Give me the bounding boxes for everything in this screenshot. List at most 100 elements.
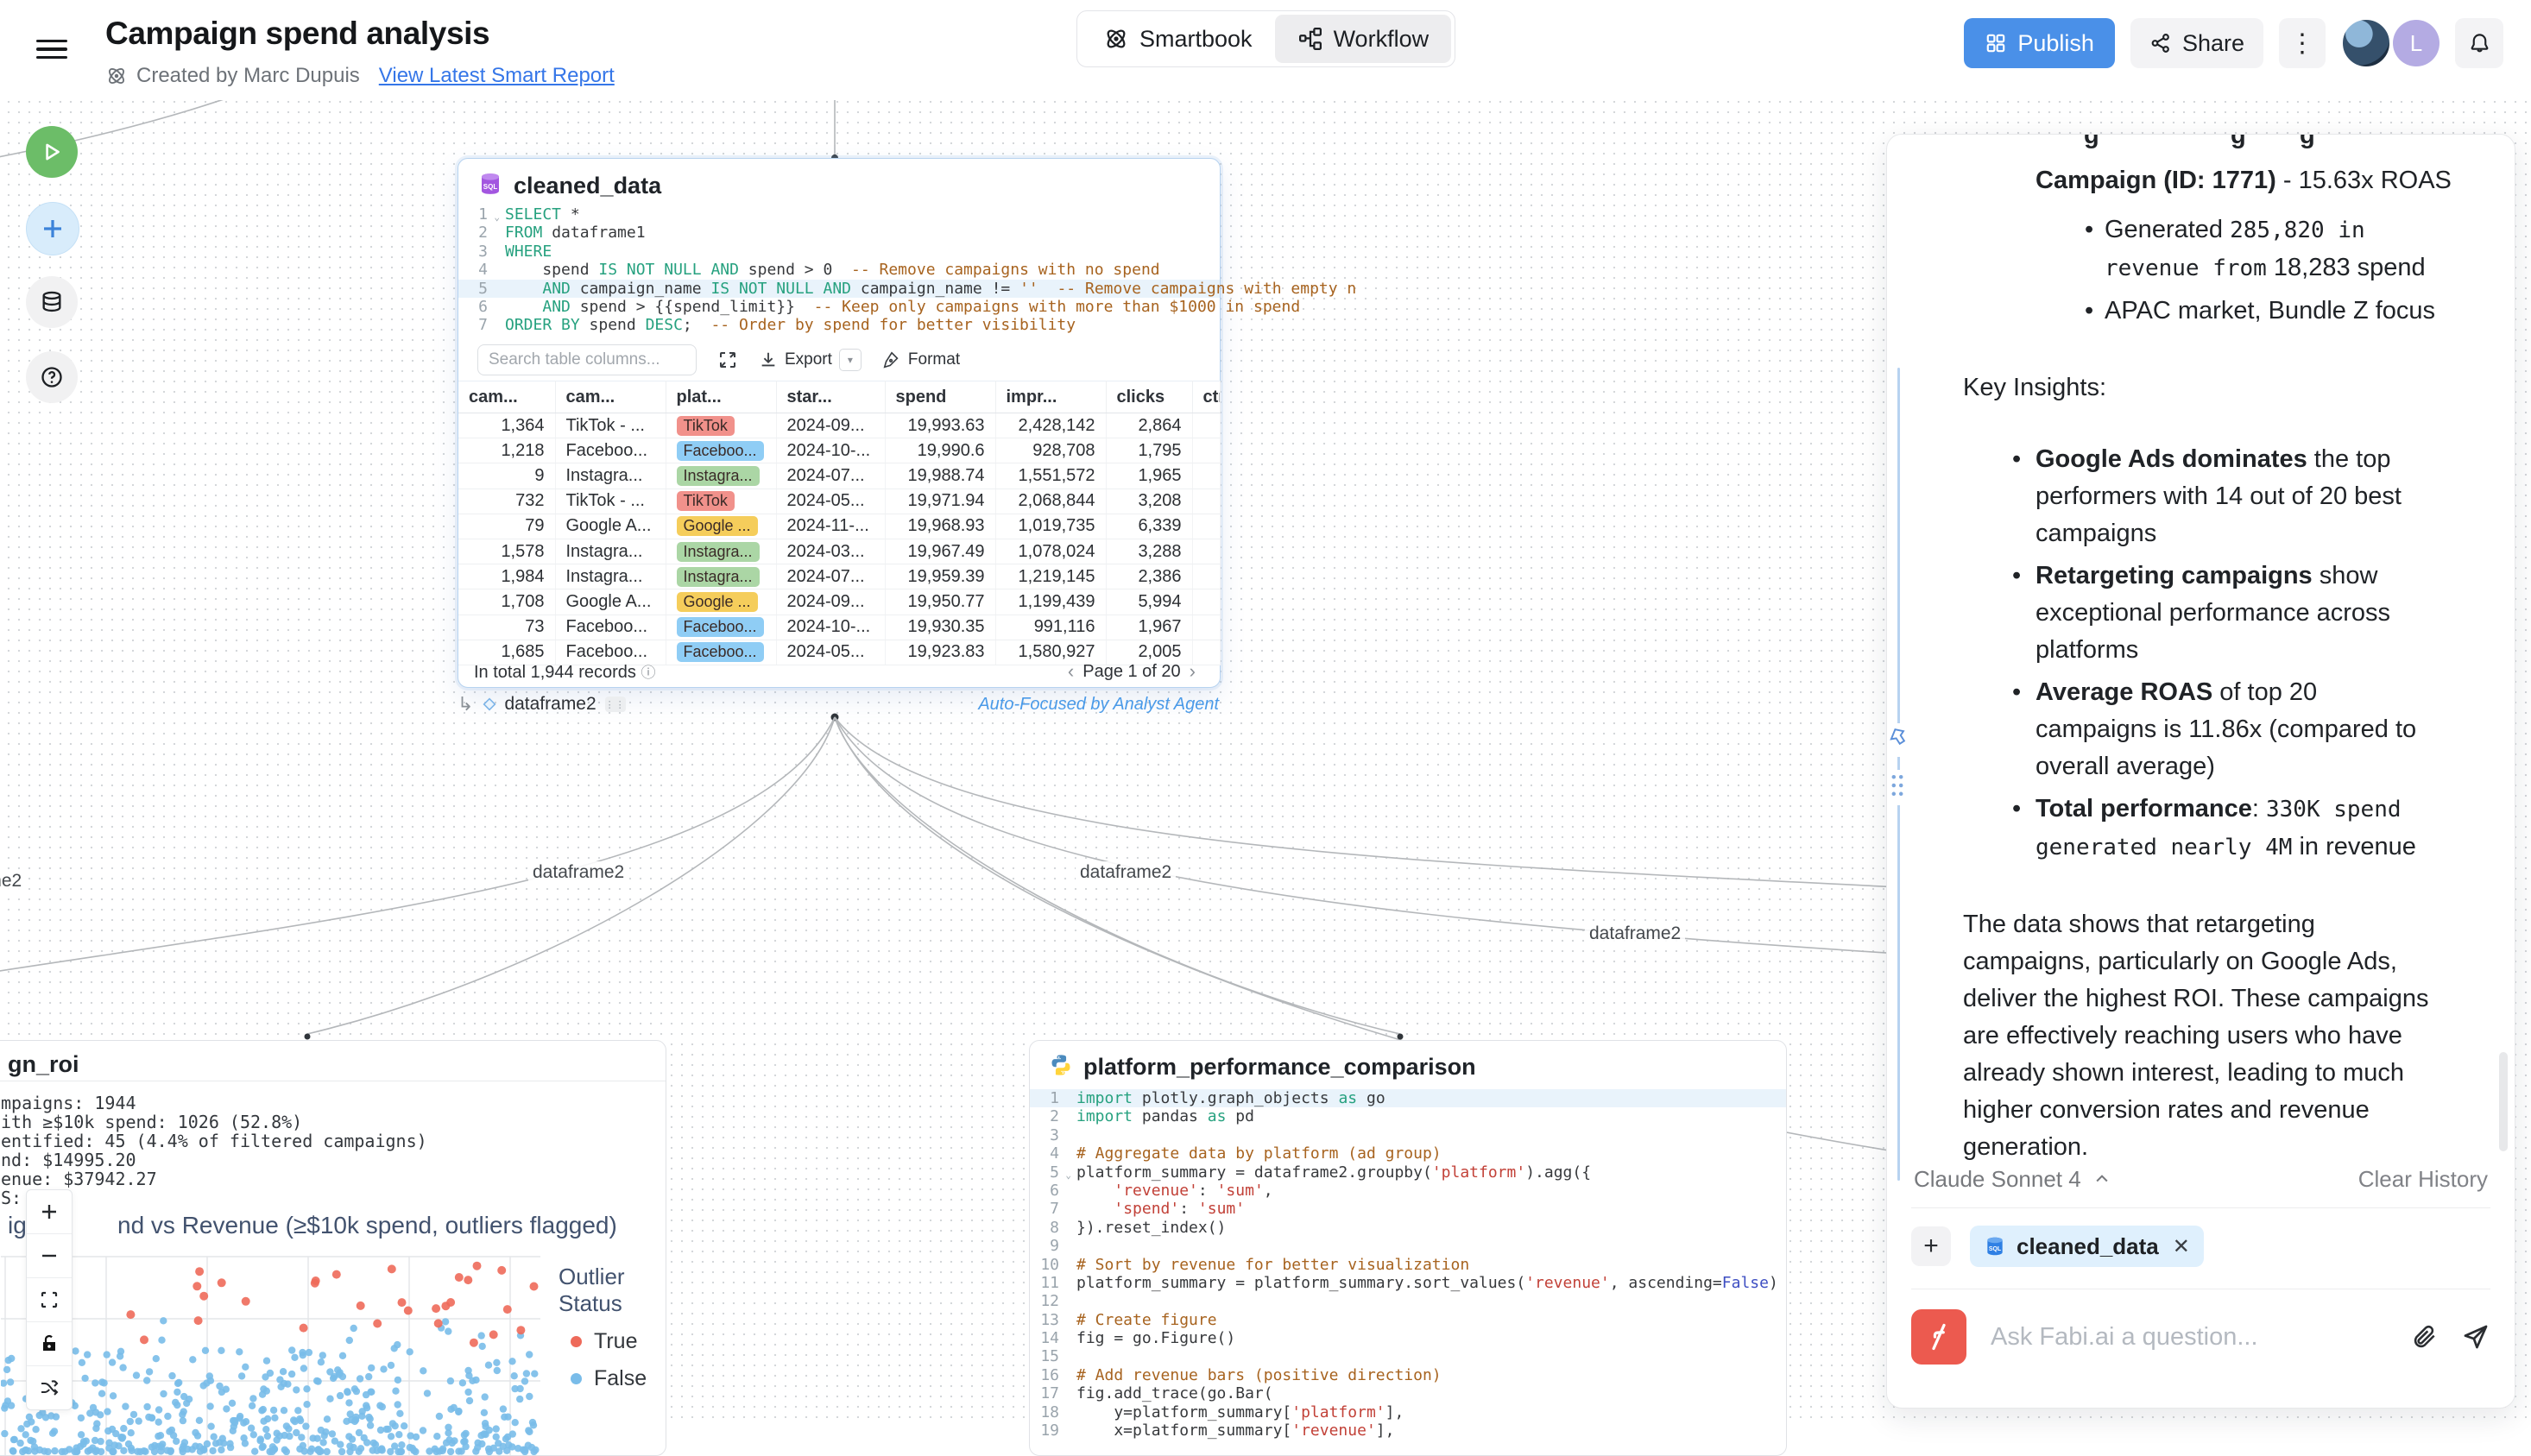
next-page-button[interactable]: › [1181,660,1204,683]
publish-button[interactable]: Publish [1964,18,2115,68]
code-line[interactable]: 3WHERE [458,243,1220,261]
table-row[interactable]: 73Faceboo...Faceboo...2024-10-...19,930.… [458,615,1220,640]
code-line[interactable]: 13# Create figure [1030,1311,1786,1329]
code-line[interactable]: 7ORDER BY spend DESC; -- Order by spend … [458,316,1220,334]
code-line[interactable]: 5 AND campaign_name IS NOT NULL AND camp… [458,280,1220,298]
menu-button[interactable] [36,35,67,60]
code-line[interactable]: 4 spend IS NOT NULL AND spend > 0 -- Rem… [458,261,1220,279]
legend-item-false[interactable]: False [571,1366,666,1391]
context-chip-cleaned-data[interactable]: SQL cleaned_data ✕ [1970,1226,2204,1267]
table-row[interactable]: 1,218Faceboo...Faceboo...2024-10-...19,9… [458,438,1220,463]
drag-handle-icon[interactable]: ⋮⋮ [605,696,626,712]
send-icon[interactable] [2461,1322,2490,1352]
canvas-controls[interactable] [26,1189,73,1410]
tab-smartbook[interactable]: Smartbook [1081,15,1275,63]
more-options-button[interactable]: ⋮ [2279,18,2326,68]
remove-context-icon[interactable]: ✕ [2173,1234,2190,1259]
node-cleaned-data[interactable]: SQL cleaned_data 1⌄SELECT *2FROM datafra… [458,158,1221,688]
legend-item-true[interactable]: True [571,1329,666,1354]
format-button[interactable]: Format [882,350,960,369]
code-line[interactable]: 17fig.add_trace(go.Bar( [1030,1384,1786,1402]
export-button[interactable]: Export ▾ [759,349,862,371]
clear-history-button[interactable]: Clear History [2358,1166,2488,1193]
table-row[interactable]: 1,578Instagra...Instagra...2024-03...19,… [458,539,1220,564]
code-line[interactable]: 14fig = go.Figure() [1030,1329,1786,1347]
python-node-handle-top[interactable] [1398,1034,1404,1040]
column-header[interactable]: ctr [1192,381,1220,413]
lock-button[interactable] [27,1322,72,1366]
share-button[interactable]: Share [2130,18,2263,68]
code-line[interactable]: 7 'spend': 'sum' [1030,1200,1786,1218]
column-header[interactable]: clicks [1106,381,1192,413]
run-workflow-button[interactable] [26,126,78,178]
zoom-in-button[interactable] [27,1190,72,1234]
fold-chevron-icon[interactable]: ⌄ [1065,1166,1071,1184]
add-node-button[interactable] [26,202,79,255]
code-line[interactable]: 3 [1030,1126,1786,1144]
table-row[interactable]: 1,984Instagra...Instagra...2024-07...19,… [458,564,1220,589]
collaborator-avatar[interactable]: L [2393,20,2439,66]
code-line[interactable]: 11platform_summary = platform_summary.so… [1030,1274,1786,1292]
help-button[interactable] [26,351,78,403]
fit-view-button[interactable] [27,1278,72,1322]
python-code-editor[interactable]: 1import plotly.graph_objects as go2impor… [1030,1089,1786,1440]
column-header[interactable]: cam... [555,381,666,413]
export-dropdown-chevron[interactable]: ▾ [839,349,862,371]
code-line[interactable]: 16# Add revenue bars (positive direction… [1030,1366,1786,1384]
data-sources-button[interactable] [26,276,78,328]
assistant-panel[interactable]: ggg Campaign (ID: 1771) - 15.63x ROAS Ge… [1886,134,2515,1409]
column-header[interactable]: spend [885,381,995,413]
table-row[interactable]: 732TikTok - ...TikTok2024-05...19,971.94… [458,488,1220,514]
context-chip-label: cleaned_data [2017,1233,2159,1260]
shuffle-button[interactable] [27,1366,72,1409]
code-line[interactable]: 19 x=platform_summary['revenue'], [1030,1421,1786,1440]
result-table[interactable]: cam...cam...plat...star...spendimpr...cl… [458,381,1221,665]
code-line[interactable]: 6 AND spend > {{spend_limit}} -- Keep on… [458,298,1220,316]
code-line[interactable]: 2import pandas as pd [1030,1107,1786,1125]
expand-table-button[interactable] [717,350,738,370]
pin-message-icon[interactable] [1888,723,1910,757]
column-header[interactable]: cam... [458,381,555,413]
code-line[interactable]: 10# Sort by revenue for better visualiza… [1030,1256,1786,1274]
code-line[interactable]: 4# Aggregate data by platform (ad group) [1030,1144,1786,1163]
code-line[interactable]: 8}).reset_index() [1030,1219,1786,1237]
node-platform-performance-comparison[interactable]: platform_performance_comparison 1import … [1029,1040,1787,1456]
table-row[interactable]: 1,708Google A...Google ...2024-09...19,9… [458,589,1220,615]
code-line[interactable]: 9 [1030,1237,1786,1255]
fold-chevron-icon[interactable]: ⌄ [494,208,500,226]
search-table-columns-input[interactable] [477,344,697,375]
code-line[interactable]: 6 'revenue': 'sum', [1030,1182,1786,1200]
column-header[interactable]: star... [776,381,885,413]
column-header[interactable]: impr... [995,381,1106,413]
panel-scrollbar[interactable] [2499,1052,2508,1151]
mode-toggle[interactable]: Smartbook Workflow [1076,10,1455,67]
sql-code-editor[interactable]: 1⌄SELECT *2FROM dataframe13WHERE4 spend … [458,205,1220,335]
code-line[interactable]: 2FROM dataframe1 [458,224,1220,242]
attachment-icon[interactable] [2411,1323,2439,1351]
code-line[interactable]: 15 [1030,1347,1786,1365]
output-dataframe-label[interactable]: dataframe2 [504,694,596,715]
table-row[interactable]: 9Instagra...Instagra...2024-07...19,988.… [458,463,1220,488]
code-line[interactable]: 5⌄platform_summary = dataframe2.groupby(… [1030,1163,1786,1182]
user-avatar-photo[interactable] [2341,18,2391,68]
roi-node-handle-top[interactable] [305,1034,311,1040]
chart-legend[interactable]: Outlier Status True False [559,1264,666,1391]
prev-page-button[interactable]: ‹ [1059,660,1082,683]
table-row[interactable]: 1,364TikTok - ...TikTok2024-09...19,993.… [458,413,1220,438]
notifications-button[interactable] [2455,18,2503,68]
add-context-button[interactable]: + [1911,1226,1951,1266]
model-selector[interactable]: Claude Sonnet 4 [1914,1166,2111,1193]
code-line[interactable]: 12 [1030,1292,1786,1310]
code-line[interactable]: 18 y=platform_summary['platform'], [1030,1403,1786,1421]
legend-label-false: False [594,1366,647,1391]
code-line[interactable]: 1import plotly.graph_objects as go [1030,1089,1786,1107]
tab-workflow[interactable]: Workflow [1275,15,1452,63]
code-line[interactable]: 1⌄SELECT * [458,205,1220,224]
ask-fabi-input[interactable] [1989,1322,2389,1352]
column-header[interactable]: plat... [666,381,776,413]
table-row[interactable]: 79Google A...Google ...2024-11-...19,968… [458,514,1220,539]
node-campaign-roi[interactable]: gn_roi mpaigns: 1944ith ≥$10k spend: 102… [0,1040,666,1456]
drag-message-icon[interactable] [1888,770,1907,805]
zoom-out-button[interactable] [27,1234,72,1278]
view-latest-smart-report-link[interactable]: View Latest Smart Report [379,64,615,88]
